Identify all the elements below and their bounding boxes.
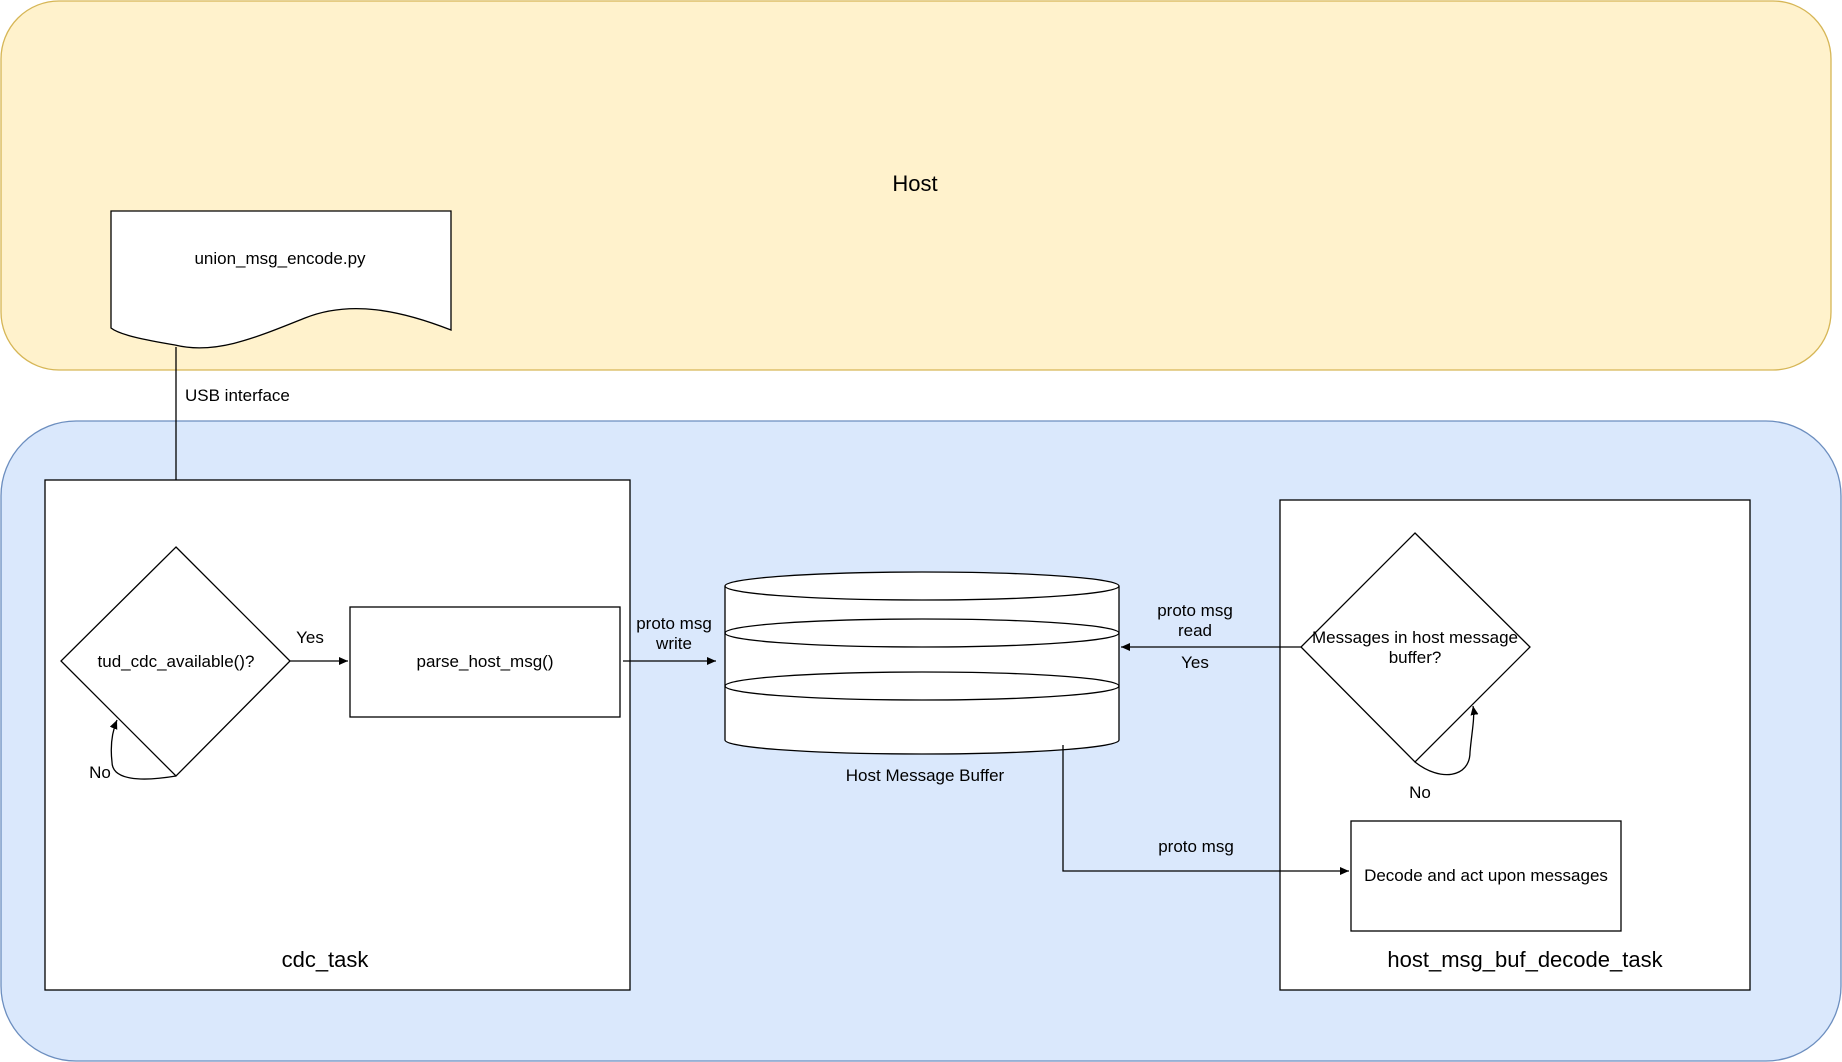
- proto-msg-write-label-2: write: [655, 634, 692, 653]
- proto-msg-read-label-1: proto msg: [1157, 601, 1233, 620]
- decode-yes-label: Yes: [1181, 653, 1209, 672]
- host-message-buffer-label: Host Message Buffer: [846, 766, 1005, 785]
- proto-msg-read-label-2: read: [1178, 621, 1212, 640]
- decode-no-label: No: [1409, 783, 1431, 802]
- proto-msg-write-label-1: proto msg: [636, 614, 712, 633]
- flowchart-canvas: Host union_msg_encode.py USB interface c…: [0, 0, 1842, 1062]
- decode-act-label: Decode and act upon messages: [1364, 866, 1608, 885]
- script-file-label: union_msg_encode.py: [194, 249, 366, 268]
- cdc-no-label: No: [89, 763, 111, 782]
- parse-host-msg-label: parse_host_msg(): [416, 652, 553, 671]
- cdc-task-title: cdc_task: [282, 947, 370, 972]
- usb-interface-label: USB interface: [185, 386, 290, 405]
- cdc-task-box: [44, 479, 631, 991]
- decode-decision-label-2: buffer?: [1389, 648, 1442, 667]
- decode-task-title: host_msg_buf_decode_task: [1387, 947, 1663, 972]
- cdc-decision-label: tud_cdc_available()?: [98, 652, 255, 671]
- cdc-yes-label: Yes: [296, 628, 324, 647]
- host-title: Host: [892, 171, 937, 196]
- host-message-buffer: [724, 571, 1120, 755]
- proto-msg-label: proto msg: [1158, 837, 1234, 856]
- decode-decision-label-1: Messages in host message: [1312, 628, 1518, 647]
